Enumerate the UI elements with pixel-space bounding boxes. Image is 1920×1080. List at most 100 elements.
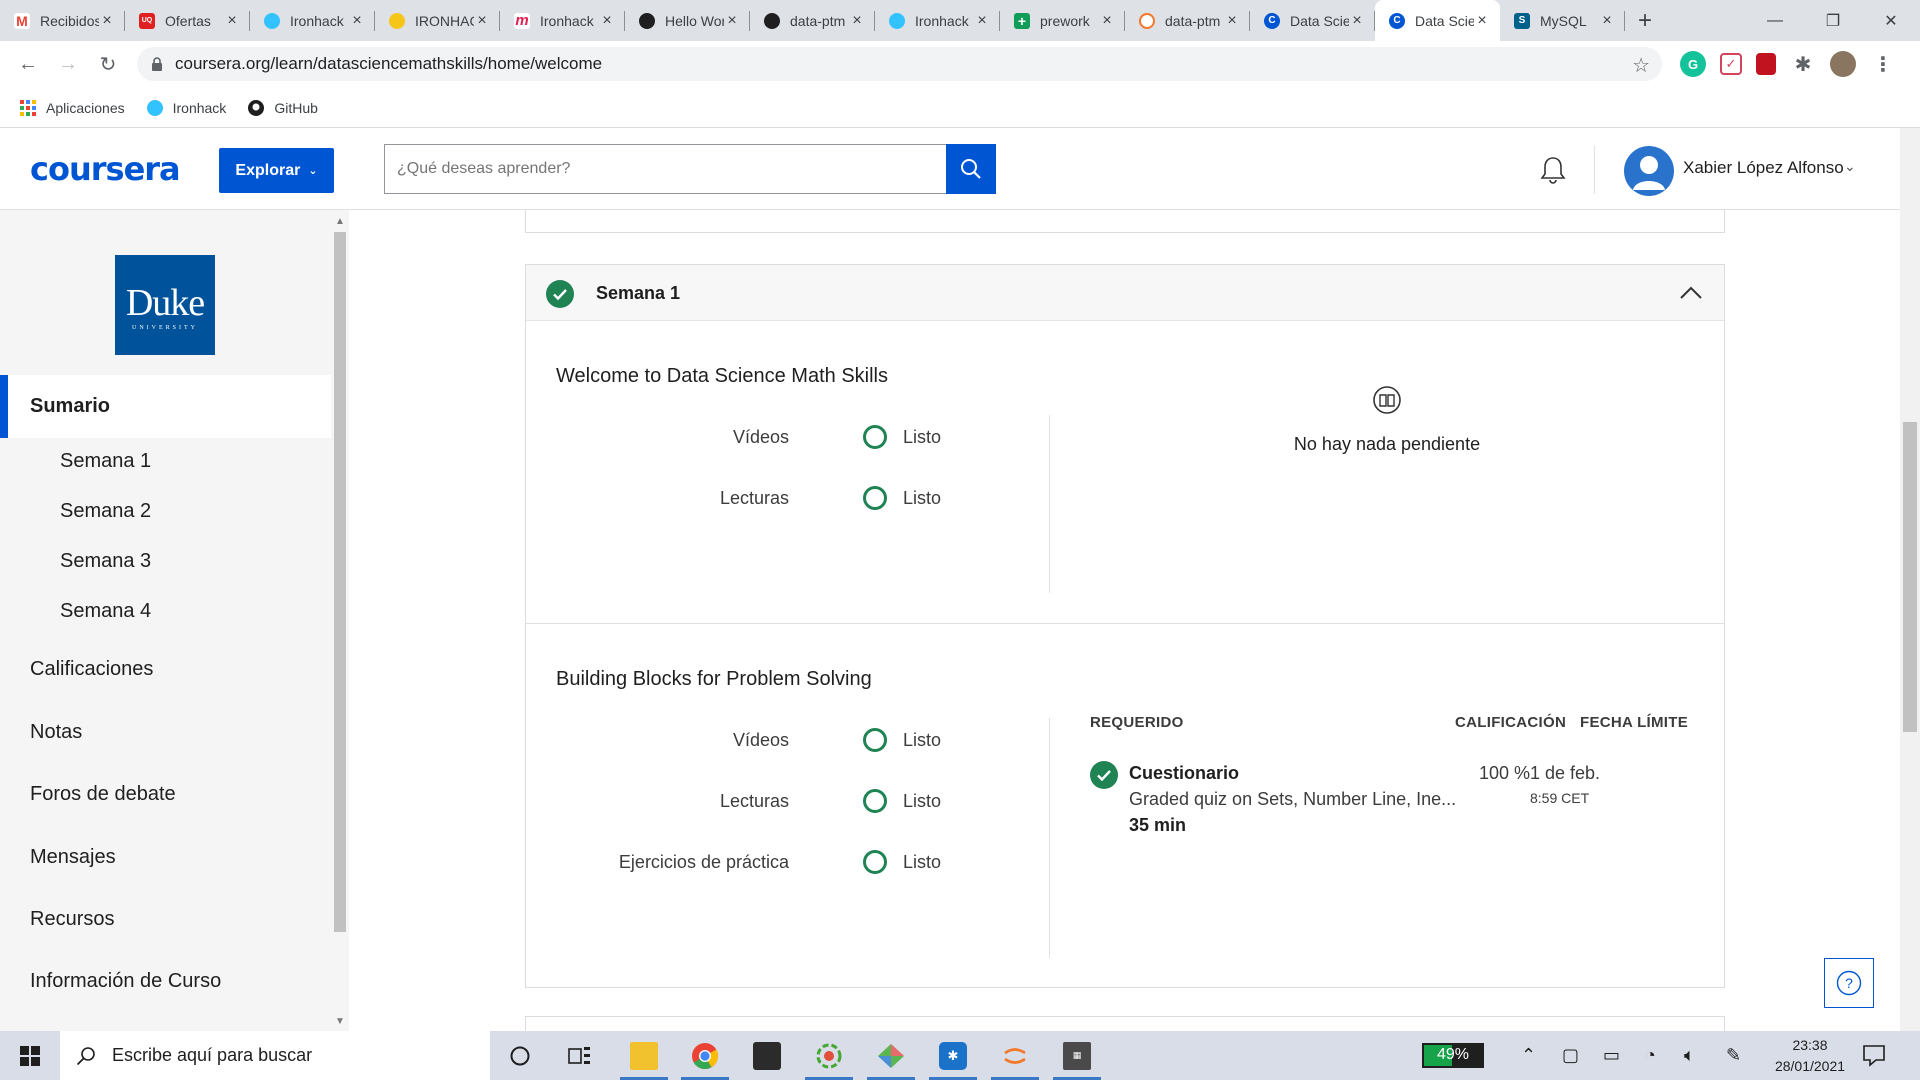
search-input[interactable] bbox=[384, 144, 946, 194]
address-bar[interactable]: coursera.org/learn/datasciencemathskills… bbox=[137, 47, 1662, 81]
nothing-pending: No hay nada pendiente bbox=[1050, 385, 1724, 455]
lesson-title[interactable]: Building Blocks for Problem Solving bbox=[556, 668, 872, 691]
close-tab-icon[interactable]: × bbox=[1599, 12, 1615, 30]
sidebar-item-semana-3[interactable]: Semana 3 bbox=[60, 550, 151, 573]
jupyter-icon[interactable] bbox=[985, 1031, 1045, 1080]
close-tab-icon[interactable]: × bbox=[1474, 12, 1490, 30]
close-tab-icon[interactable]: × bbox=[99, 12, 115, 30]
notification-bell-icon[interactable] bbox=[1537, 154, 1569, 186]
close-tab-icon[interactable]: × bbox=[724, 12, 740, 30]
sidebar-item-semana-2[interactable]: Semana 2 bbox=[60, 500, 151, 523]
pocket-icon[interactable]: ✓ bbox=[1720, 53, 1742, 75]
git-kraken-icon[interactable] bbox=[861, 1031, 921, 1080]
chrome-icon[interactable] bbox=[675, 1031, 735, 1080]
sidebar-item-calificaciones[interactable]: Calificaciones bbox=[30, 658, 153, 681]
browser-tab[interactable]: data-ptm × bbox=[750, 0, 875, 41]
sidebar-item-recursos[interactable]: Recursos bbox=[30, 908, 114, 931]
browser-tab[interactable]: Hello World × bbox=[625, 0, 750, 41]
battery-meter[interactable]: 49% bbox=[1422, 1043, 1484, 1068]
sidebar-item-semana-4[interactable]: Semana 4 bbox=[60, 600, 151, 623]
lesson-title[interactable]: Welcome to Data Science Math Skills bbox=[556, 365, 888, 388]
user-menu-chevron-icon[interactable]: ⌄ bbox=[1844, 158, 1856, 175]
cortana-icon[interactable] bbox=[490, 1031, 550, 1080]
user-avatar[interactable] bbox=[1624, 146, 1674, 196]
task-view-icon[interactable] bbox=[550, 1031, 610, 1080]
page-scroll-thumb[interactable] bbox=[1903, 422, 1917, 732]
profile-avatar-icon[interactable] bbox=[1830, 51, 1856, 77]
tray-chevron-up-icon[interactable]: ⌃ bbox=[1521, 1045, 1536, 1066]
close-tab-icon[interactable]: × bbox=[599, 12, 615, 30]
taskbar-search-box[interactable]: Escribe aquí para buscar bbox=[60, 1031, 490, 1080]
close-tab-icon[interactable]: × bbox=[974, 12, 990, 30]
close-tab-icon[interactable]: × bbox=[1099, 12, 1115, 30]
scroll-down-arrow-icon[interactable]: ▼ bbox=[335, 1016, 345, 1027]
sidebar-item-foros[interactable]: Foros de debate bbox=[30, 783, 176, 806]
battery-icon[interactable]: ▭ bbox=[1603, 1045, 1620, 1066]
meet-now-icon[interactable]: ▢ bbox=[1562, 1045, 1579, 1066]
sidebar-item-informacion[interactable]: Información de Curso bbox=[30, 970, 221, 993]
start-button[interactable] bbox=[0, 1031, 60, 1080]
anaconda-icon[interactable] bbox=[799, 1031, 859, 1080]
completed-check-icon bbox=[1090, 761, 1118, 789]
sidebar-item-mensajes[interactable]: Mensajes bbox=[30, 846, 116, 869]
browser-tab[interactable]: M Recibidos × bbox=[0, 0, 125, 41]
search-button[interactable] bbox=[946, 144, 996, 194]
file-explorer-icon[interactable] bbox=[614, 1031, 674, 1080]
calculator-icon[interactable]: ▦ bbox=[1047, 1031, 1107, 1080]
sidebar-item-semana-1[interactable]: Semana 1 bbox=[60, 450, 151, 473]
close-window-icon[interactable]: ✕ bbox=[1862, 0, 1920, 41]
close-tab-icon[interactable]: × bbox=[474, 12, 490, 30]
back-icon[interactable]: ← bbox=[8, 45, 48, 85]
sidebar-item-sumario[interactable]: Sumario bbox=[0, 375, 331, 438]
browser-tab[interactable]: C Data Science × bbox=[1250, 0, 1375, 41]
bookmark-star-icon[interactable]: ☆ bbox=[1632, 53, 1650, 78]
pen-icon[interactable]: ✎ bbox=[1726, 1045, 1741, 1066]
restore-icon[interactable]: ❐ bbox=[1804, 0, 1862, 41]
bookmark-apps[interactable]: Aplicaciones bbox=[20, 99, 125, 116]
browser-tab[interactable]: S MySQL × bbox=[1500, 0, 1625, 41]
explore-button[interactable]: Explorar ⌄ bbox=[219, 148, 334, 193]
volume-icon[interactable]: 🔈︎ bbox=[1684, 1045, 1695, 1066]
reload-icon[interactable]: ↻ bbox=[88, 45, 128, 85]
grammarly-icon[interactable]: G bbox=[1680, 51, 1706, 77]
close-tab-icon[interactable]: × bbox=[1349, 12, 1365, 30]
sidebar-scroll-thumb[interactable] bbox=[334, 232, 346, 932]
minimize-icon[interactable]: — bbox=[1746, 0, 1804, 41]
close-tab-icon[interactable]: × bbox=[849, 12, 865, 30]
user-name[interactable]: Xabier López Alfonso bbox=[1683, 158, 1844, 178]
browser-tab[interactable]: UQ Ofertas × bbox=[125, 0, 250, 41]
forward-icon[interactable]: → bbox=[48, 45, 88, 85]
browser-tab[interactable]: data-ptm × bbox=[1125, 0, 1250, 41]
chevron-up-icon[interactable] bbox=[1680, 285, 1702, 299]
sidebar-scrollbar[interactable]: ▲ ▼ bbox=[331, 210, 349, 1031]
close-tab-icon[interactable]: × bbox=[349, 12, 365, 30]
notification-center-icon[interactable] bbox=[1862, 1043, 1886, 1067]
shield-extension-icon[interactable] bbox=[1756, 53, 1776, 75]
browser-tab[interactable]: m Ironhack × bbox=[500, 0, 625, 41]
new-tab-button[interactable]: + bbox=[1625, 0, 1665, 41]
bookmark-ironhack[interactable]: Ironhack bbox=[146, 99, 226, 116]
scroll-up-arrow-icon[interactable]: ▲ bbox=[335, 216, 345, 227]
bookmark-github[interactable]: GitHub bbox=[248, 99, 318, 116]
page-scrollbar[interactable] bbox=[1900, 128, 1920, 1031]
close-tab-icon[interactable]: × bbox=[1224, 12, 1240, 30]
help-button[interactable]: ? bbox=[1824, 958, 1874, 1008]
browser-tab[interactable]: Ironhack × bbox=[875, 0, 1000, 41]
hub-app-icon[interactable]: ✱ bbox=[923, 1031, 983, 1080]
taskbar-clock[interactable]: 23:38 28/01/2021 bbox=[1760, 1035, 1860, 1077]
wifi-icon[interactable]: ◔ bbox=[1645, 1045, 1656, 1066]
close-tab-icon[interactable]: × bbox=[224, 12, 240, 30]
coursera-logo[interactable]: coursera bbox=[30, 150, 181, 188]
chrome-menu-icon[interactable]: ⋮ bbox=[1870, 51, 1896, 77]
store-icon[interactable] bbox=[737, 1031, 797, 1080]
browser-tab[interactable]: + prework × bbox=[1000, 0, 1125, 41]
assignment-name[interactable]: Cuestionario bbox=[1129, 763, 1239, 784]
extensions-puzzle-icon[interactable]: ✱ bbox=[1790, 51, 1816, 77]
header-divider bbox=[1594, 146, 1595, 194]
week-header[interactable]: Semana 1 bbox=[526, 265, 1724, 321]
browser-tab[interactable]: IRONHACK × bbox=[375, 0, 500, 41]
sidebar-item-notas[interactable]: Notas bbox=[30, 721, 82, 744]
browser-tab-active[interactable]: C Data Science × bbox=[1375, 0, 1500, 41]
jupyter-icon bbox=[1139, 12, 1155, 29]
browser-tab[interactable]: Ironhack × bbox=[250, 0, 375, 41]
